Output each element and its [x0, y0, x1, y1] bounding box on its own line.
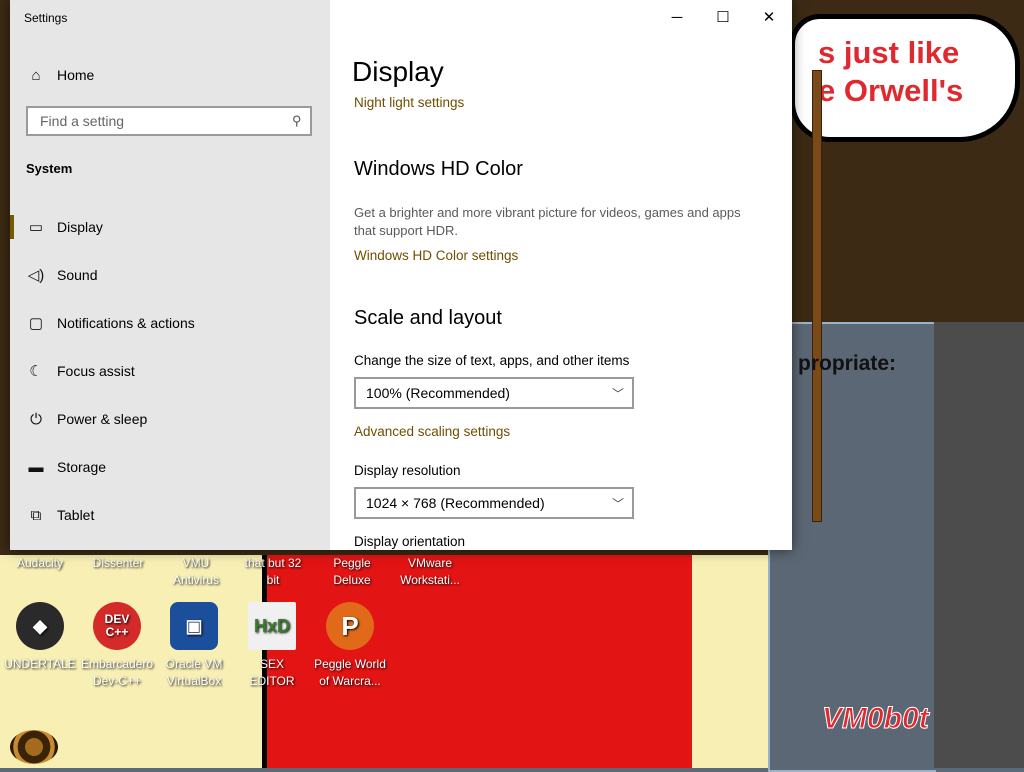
moon-icon: ☾ — [29, 363, 43, 380]
sidebar-item-label: Focus assist — [57, 363, 135, 379]
maximize-button[interactable]: ☐ — [700, 0, 746, 34]
sidebar-item-home[interactable]: ⌂ Home — [10, 55, 330, 95]
desktop-icon-virtualbox[interactable]: ▣ Oracle VM VirtualBox — [154, 602, 234, 690]
wallpaper-note: propriate: — [798, 352, 897, 375]
sidebar-item-storage[interactable]: ▬ Storage — [10, 447, 330, 487]
sidebar-item-notifications[interactable]: ▢ Notifications & actions — [10, 303, 330, 343]
home-icon: ⌂ — [31, 66, 41, 84]
advanced-scaling-link[interactable]: Advanced scaling settings — [354, 424, 510, 439]
sidebar-item-label: Notifications & actions — [57, 315, 195, 331]
chevron-down-icon: ﹀ — [611, 386, 624, 401]
settings-content: ─ ☐ ✕ Display Night light settings Windo… — [330, 0, 792, 550]
resolution-value: 1024 × 768 (Recommended) — [366, 495, 545, 511]
search-icon[interactable]: ⚲ — [292, 113, 302, 129]
desktop-icon-label: UNDERTALE — [4, 657, 76, 671]
sidebar-item-label: Storage — [57, 459, 107, 475]
scale-label: Change the size of text, apps, and other… — [354, 353, 630, 368]
hd-color-heading: Windows HD Color — [354, 158, 523, 180]
night-light-settings-link[interactable]: Night light settings — [354, 95, 464, 110]
sidebar-item-sound[interactable]: ◁) Sound — [10, 255, 330, 295]
scale-value: 100% (Recommended) — [366, 385, 510, 401]
settings-window: Settings ⌂ Home ⚲ System ▭ Display ◁) So… — [10, 0, 792, 550]
bubble-line-2: e Orwell's — [818, 73, 964, 108]
desktop-label-dissenter[interactable]: Dissenter — [78, 555, 158, 572]
sidebar-item-label: Display — [57, 219, 103, 235]
desktop-icon-label: Embarcadero Dev-C++ — [80, 657, 154, 688]
sidebar-item-power-sleep[interactable]: ⏻ Power & sleep — [10, 399, 330, 439]
speaker-icon: ◁) — [27, 267, 45, 284]
virtualbox-icon: ▣ — [170, 602, 218, 650]
desktop-label-antivirus[interactable]: VMU Antivirus — [156, 555, 236, 589]
desktop-icon-undertale[interactable]: ◆ UNDERTALE — [0, 602, 80, 673]
desktop-label-peggle-deluxe[interactable]: Peggle Deluxe — [312, 555, 392, 589]
sidebar-section-label: System — [26, 161, 73, 176]
sidebar-item-label: Sound — [57, 267, 98, 283]
hxd-icon: HxD — [248, 602, 296, 650]
desktop-icon-label: Oracle VM VirtualBox — [165, 657, 223, 688]
desktop-icon-label: Peggle World of Warcra... — [314, 657, 386, 688]
desktop-icon-hxd[interactable]: HxD SEX EDITOR — [232, 602, 312, 690]
peggle-icon: P — [326, 602, 374, 650]
desktop-icon-devcpp[interactable]: DEV C++ Embarcadero Dev-C++ — [77, 602, 157, 690]
desktop-label-vmware[interactable]: VMware Workstati... — [390, 555, 470, 589]
devcpp-icon: DEV C++ — [93, 602, 141, 650]
sidebar-item-label: Power & sleep — [57, 411, 148, 427]
desktop-icon-label: SEX EDITOR — [249, 657, 295, 688]
hd-color-settings-link[interactable]: Windows HD Color settings — [354, 248, 518, 263]
search-box: ⚲ — [26, 106, 312, 136]
sidebar-item-tablet[interactable]: ⧉ Tablet — [10, 495, 330, 535]
search-input[interactable] — [38, 112, 272, 130]
window-title: Settings — [24, 11, 68, 25]
settings-sidebar: Settings ⌂ Home ⚲ System ▭ Display ◁) So… — [10, 0, 330, 550]
tablet-icon: ⧉ — [30, 506, 42, 524]
desktop-icon-peggle[interactable]: P Peggle World of Warcra... — [310, 602, 390, 690]
scale-layout-heading: Scale and layout — [354, 307, 502, 329]
bubble-line-1: s just like — [818, 35, 960, 70]
wallpaper-cream-right — [692, 555, 768, 768]
start-button[interactable] — [10, 730, 58, 764]
monitor-icon: ▭ — [28, 219, 44, 236]
wallpaper-panel-right — [934, 322, 1024, 768]
brand-watermark: VM0b0t — [822, 702, 930, 736]
desktop-label-32bit[interactable]: that but 32 bit — [233, 555, 313, 589]
sidebar-item-label: Home — [57, 67, 95, 83]
sidebar-item-label: Tablet — [57, 507, 95, 523]
power-icon: ⏻ — [30, 410, 42, 428]
desktop-label-audacity[interactable]: Audacity — [0, 555, 80, 572]
orientation-label: Display orientation — [354, 534, 466, 549]
hd-color-description: Get a brighter and more vibrant picture … — [354, 205, 741, 238]
rope-decoration — [812, 70, 822, 522]
speech-bubble-text: s just like e Orwell's — [818, 34, 1018, 110]
scale-dropdown[interactable]: 100% (Recommended) ﹀ — [354, 377, 634, 409]
chevron-down-icon: ﹀ — [611, 496, 624, 511]
minimize-button[interactable]: ─ — [654, 0, 700, 34]
unity-icon: ◆ — [16, 602, 64, 650]
resolution-dropdown[interactable]: 1024 × 768 (Recommended) ﹀ — [354, 487, 634, 519]
resolution-label: Display resolution — [354, 463, 461, 478]
page-title: Display — [352, 56, 444, 87]
close-button[interactable]: ✕ — [746, 0, 792, 34]
storage-icon: ▬ — [28, 458, 44, 476]
notification-icon: ▢ — [28, 315, 44, 332]
sidebar-item-display[interactable]: ▭ Display — [10, 207, 330, 247]
sidebar-item-focus-assist[interactable]: ☾ Focus assist — [10, 351, 330, 391]
